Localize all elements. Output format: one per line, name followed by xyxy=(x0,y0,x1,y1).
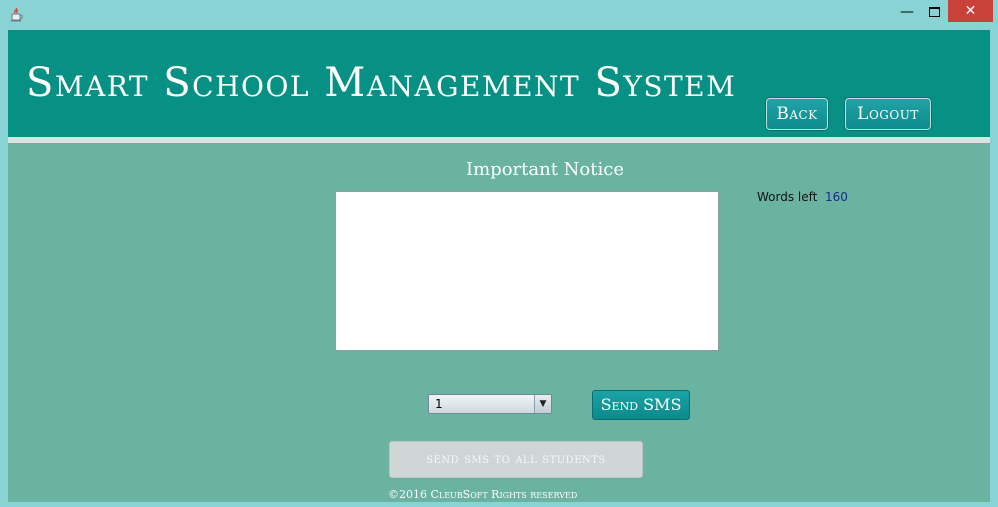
class-select-value: 1 xyxy=(435,397,443,411)
notice-textarea[interactable] xyxy=(335,191,719,351)
minimize-icon: — xyxy=(900,4,914,20)
notice-heading: Important Notice xyxy=(466,159,624,180)
minimize-button[interactable]: — xyxy=(896,2,918,22)
copyright-text: ©2016 CleubSoft Rights reserved xyxy=(388,488,578,501)
words-left-label: Words left xyxy=(757,190,818,204)
maximize-button[interactable] xyxy=(923,2,945,22)
words-left-counter: 160 xyxy=(825,190,848,204)
app-title: Smart School Management System xyxy=(26,60,737,106)
window-titlebar[interactable] xyxy=(0,0,998,30)
close-button[interactable]: ✕ xyxy=(948,0,993,22)
class-select[interactable]: 1 ▼ xyxy=(428,394,552,414)
java-cup-icon xyxy=(11,7,23,22)
back-button[interactable]: Back xyxy=(766,98,828,130)
send-sms-button[interactable]: Send SMS xyxy=(592,390,690,420)
maximize-icon xyxy=(928,7,940,17)
header-divider xyxy=(8,137,990,143)
dropdown-arrow-icon[interactable]: ▼ xyxy=(534,395,551,413)
close-icon: ✕ xyxy=(964,3,977,19)
send-sms-all-students-button[interactable]: send sms to all students xyxy=(389,441,643,478)
logout-button[interactable]: Logout xyxy=(845,98,931,130)
